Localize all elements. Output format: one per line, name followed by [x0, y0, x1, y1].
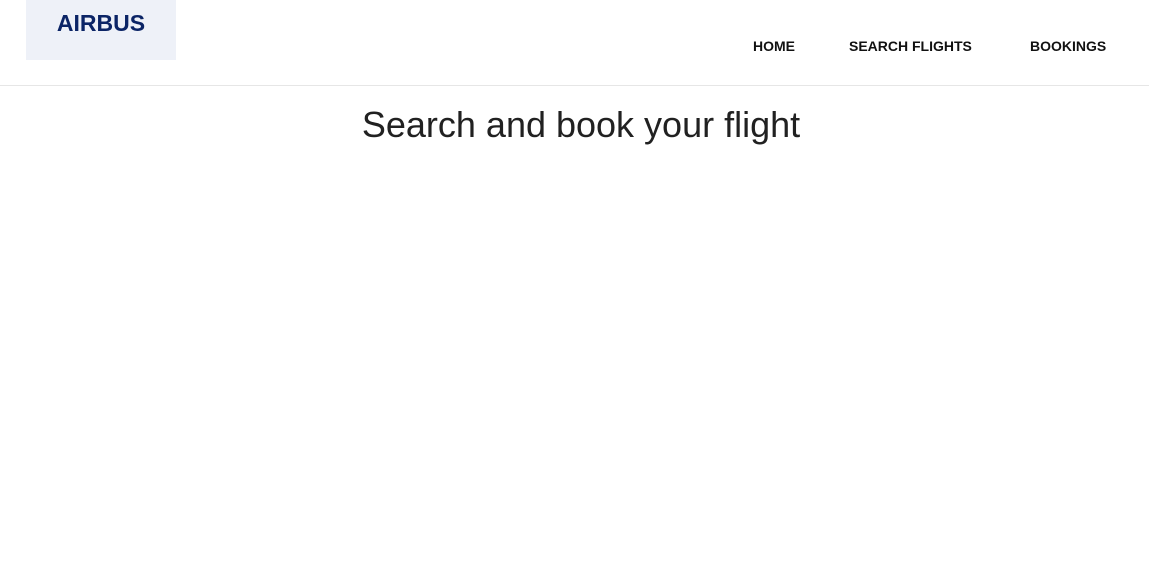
site-header: AIRBUS HOME SEARCH FLIGHTS BOOKINGS — [0, 0, 1149, 86]
main-content: Search and book your flight — [0, 86, 1149, 561]
nav-bookings-link[interactable]: BOOKINGS — [1030, 37, 1106, 55]
nav-search-flights-link[interactable]: SEARCH FLIGHTS — [849, 37, 972, 55]
main-nav: HOME SEARCH FLIGHTS BOOKINGS — [0, 37, 1149, 57]
nav-home-link[interactable]: HOME — [753, 37, 795, 55]
page-title: Search and book your flight — [361, 104, 801, 145]
logo-text: AIRBUS — [56, 10, 146, 36]
